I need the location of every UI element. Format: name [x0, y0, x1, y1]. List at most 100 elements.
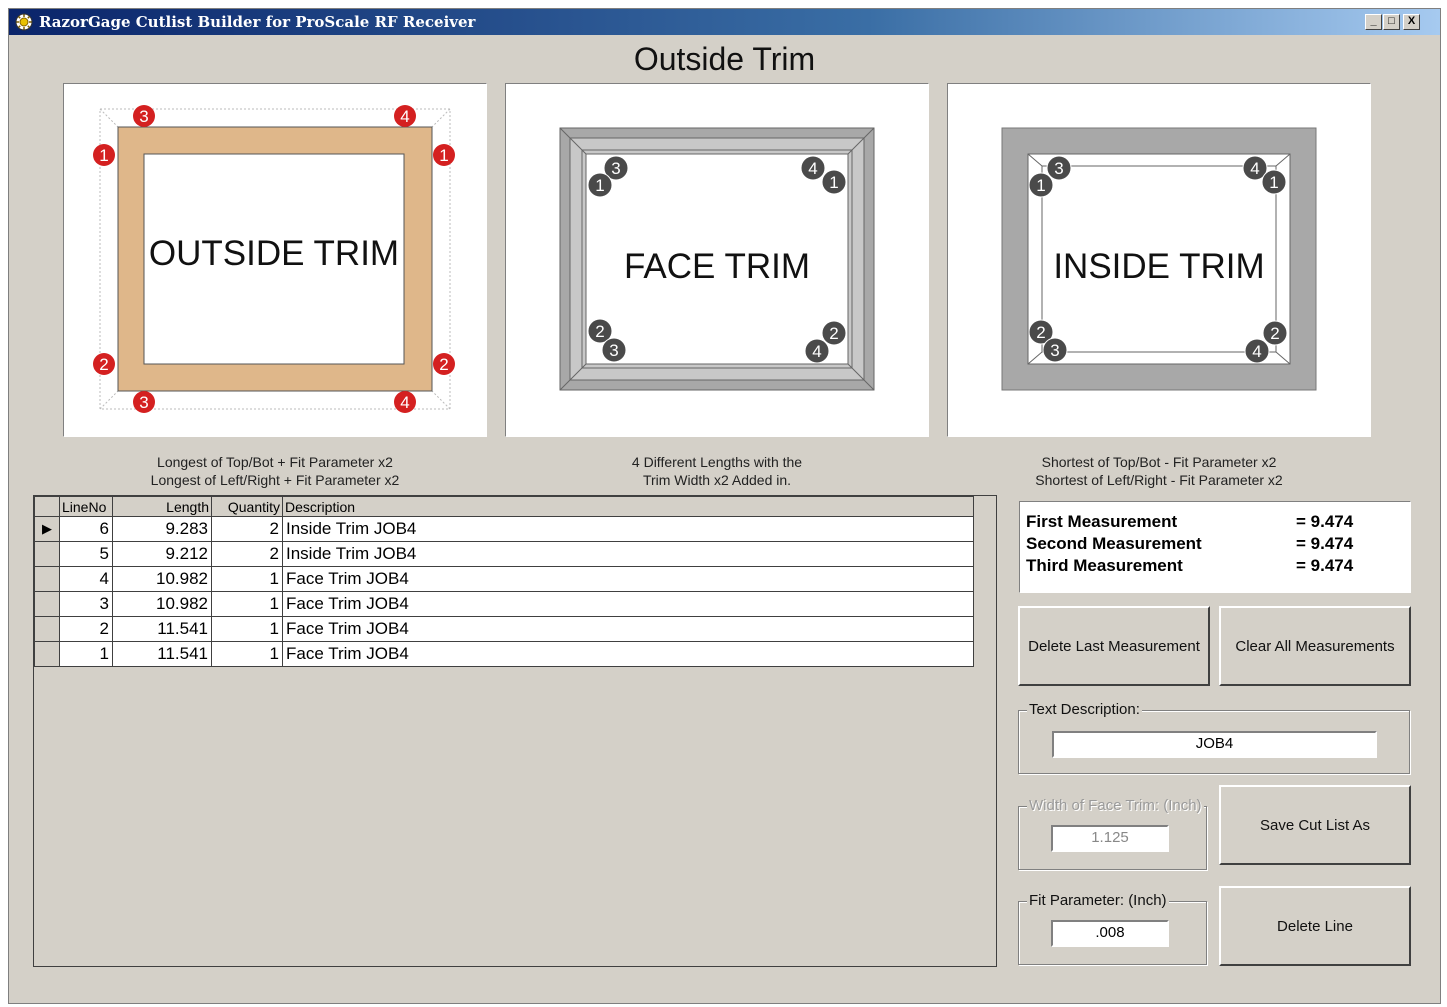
- cell-length[interactable]: 10.982: [112, 591, 212, 617]
- outside-trim-diagram[interactable]: OUTSIDE TRIM 3 4 1 1 2 2 3 4: [63, 83, 487, 437]
- cell-quantity[interactable]: 2: [211, 516, 283, 542]
- cell-length[interactable]: 11.541: [112, 616, 212, 642]
- app-sun-icon: [15, 13, 33, 31]
- svg-text:4: 4: [400, 393, 409, 412]
- text-description-field[interactable]: JOB4: [1052, 731, 1377, 758]
- title-bar: RazorGage Cutlist Builder for ProScale R…: [9, 9, 1440, 35]
- cell-length[interactable]: 9.283: [112, 516, 212, 542]
- outside-trim-caption: Longest of Top/Bot + Fit Parameter x2 Lo…: [150, 454, 400, 488]
- svg-text:2: 2: [829, 324, 838, 343]
- face-trim-label: FACE TRIM: [624, 247, 810, 286]
- cell-lineno[interactable]: 4: [59, 566, 113, 592]
- table-row[interactable]: 4 10.982 1 Face Trim JOB4: [34, 566, 974, 592]
- svg-text:2: 2: [99, 355, 108, 374]
- measurement-value: = 9.474: [1296, 534, 1354, 553]
- cell-quantity[interactable]: 1: [211, 566, 283, 592]
- minimize-button[interactable]: _: [1365, 14, 1382, 30]
- inside-trim-caption: Shortest of Top/Bot - Fit Parameter x2 S…: [1035, 454, 1283, 488]
- table-row[interactable]: ▶ 6 9.283 2 Inside Trim JOB4: [34, 516, 974, 542]
- delete-line-button[interactable]: Delete Line: [1219, 886, 1411, 966]
- svg-text:4: 4: [808, 159, 817, 178]
- app-window: RazorGage Cutlist Builder for ProScale R…: [8, 8, 1441, 1004]
- face-trim-width-group: Width of Face Trim: (Inch) 1.125: [1018, 797, 1207, 870]
- inside-trim-label: INSIDE TRIM: [1053, 247, 1264, 286]
- svg-text:1: 1: [439, 146, 448, 165]
- face-trim-width-field[interactable]: 1.125: [1051, 825, 1169, 852]
- table-row[interactable]: 5 9.212 2 Inside Trim JOB4: [34, 541, 974, 567]
- window-title: RazorGage Cutlist Builder for ProScale R…: [39, 13, 476, 31]
- cell-quantity[interactable]: 1: [211, 641, 283, 667]
- row-selector[interactable]: [34, 616, 60, 642]
- measurements-display: First Measurement = 9.474 Second Measure…: [1019, 501, 1411, 593]
- face-trim-caption: 4 Different Lengths with the Trim Width …: [631, 454, 803, 488]
- cutlist-table: LineNo Length Quantity Description ▶ 6 9…: [34, 496, 974, 667]
- svg-text:2: 2: [595, 322, 604, 341]
- svg-text:4: 4: [812, 342, 821, 361]
- svg-text:4: 4: [400, 107, 409, 126]
- column-header-lineno[interactable]: LineNo: [59, 496, 113, 517]
- svg-text:2: 2: [439, 355, 448, 374]
- cell-quantity[interactable]: 1: [211, 616, 283, 642]
- svg-text:1: 1: [1036, 176, 1045, 195]
- svg-text:1: 1: [595, 176, 604, 195]
- svg-text:3: 3: [1050, 341, 1059, 360]
- cell-description[interactable]: Face Trim JOB4: [282, 641, 974, 667]
- measurement-value: = 9.474: [1296, 556, 1354, 575]
- inside-trim-diagram[interactable]: INSIDE TRIM 3 1 4 1 2 3 2 4: [947, 83, 1371, 437]
- row-selector-header: [34, 496, 60, 517]
- cutlist-grid[interactable]: LineNo Length Quantity Description ▶ 6 9…: [33, 495, 997, 967]
- fit-parameter-field[interactable]: .008: [1051, 920, 1169, 947]
- table-row[interactable]: 1 11.541 1 Face Trim JOB4: [34, 641, 974, 667]
- cell-quantity[interactable]: 1: [211, 591, 283, 617]
- row-selector[interactable]: [34, 641, 60, 667]
- save-cut-list-button[interactable]: Save Cut List As: [1219, 785, 1411, 865]
- svg-text:3: 3: [1054, 159, 1063, 178]
- column-header-length[interactable]: Length: [112, 496, 212, 517]
- column-header-description[interactable]: Description: [282, 496, 974, 517]
- cell-description[interactable]: Inside Trim JOB4: [282, 516, 974, 542]
- row-selector[interactable]: [34, 541, 60, 567]
- cell-lineno[interactable]: 3: [59, 591, 113, 617]
- svg-text:1: 1: [829, 173, 838, 192]
- cell-lineno[interactable]: 6: [59, 516, 113, 542]
- fit-parameter-group: Fit Parameter: (Inch) .008: [1018, 892, 1207, 965]
- row-selector[interactable]: [34, 591, 60, 617]
- face-trim-diagram[interactable]: FACE TRIM 3 1 4 1 2 3 2 4: [505, 83, 929, 437]
- svg-text:3: 3: [611, 159, 620, 178]
- cell-description[interactable]: Face Trim JOB4: [282, 591, 974, 617]
- close-button[interactable]: X: [1403, 14, 1420, 30]
- svg-text:4: 4: [1252, 342, 1261, 361]
- clear-all-measurements-button[interactable]: Clear All Measurements: [1219, 606, 1411, 686]
- table-row[interactable]: 3 10.982 1 Face Trim JOB4: [34, 591, 974, 617]
- fit-parameter-label: Fit Parameter: (Inch): [1027, 892, 1169, 909]
- cell-lineno[interactable]: 2: [59, 616, 113, 642]
- table-row[interactable]: 2 11.541 1 Face Trim JOB4: [34, 616, 974, 642]
- measurement-label: Second Measurement: [1026, 534, 1202, 553]
- cell-description[interactable]: Inside Trim JOB4: [282, 541, 974, 567]
- row-selector[interactable]: [34, 566, 60, 592]
- cell-lineno[interactable]: 5: [59, 541, 113, 567]
- measurement-label: First Measurement: [1026, 512, 1178, 531]
- svg-text:4: 4: [1250, 159, 1259, 178]
- cell-lineno[interactable]: 1: [59, 641, 113, 667]
- current-row-marker-icon[interactable]: ▶: [34, 516, 60, 542]
- svg-text:1: 1: [1269, 173, 1278, 192]
- delete-last-measurement-button[interactable]: Delete Last Measurement: [1018, 606, 1210, 686]
- cell-description[interactable]: Face Trim JOB4: [282, 566, 974, 592]
- measurement-label: Third Measurement: [1026, 556, 1183, 575]
- maximize-button[interactable]: □: [1383, 14, 1400, 30]
- cell-length[interactable]: 10.982: [112, 566, 212, 592]
- cell-length[interactable]: 11.541: [112, 641, 212, 667]
- svg-text:2: 2: [1270, 324, 1279, 343]
- cell-length[interactable]: 9.212: [112, 541, 212, 567]
- text-description-group: Text Description: JOB4: [1018, 701, 1410, 774]
- svg-text:3: 3: [609, 341, 618, 360]
- measurement-value: = 9.474: [1296, 512, 1354, 531]
- column-header-quantity[interactable]: Quantity: [211, 496, 283, 517]
- cell-quantity[interactable]: 2: [211, 541, 283, 567]
- svg-text:3: 3: [139, 393, 148, 412]
- face-trim-width-label: Width of Face Trim: (Inch): [1027, 797, 1204, 814]
- outside-trim-label: OUTSIDE TRIM: [149, 234, 399, 273]
- cell-description[interactable]: Face Trim JOB4: [282, 616, 974, 642]
- svg-text:1: 1: [99, 146, 108, 165]
